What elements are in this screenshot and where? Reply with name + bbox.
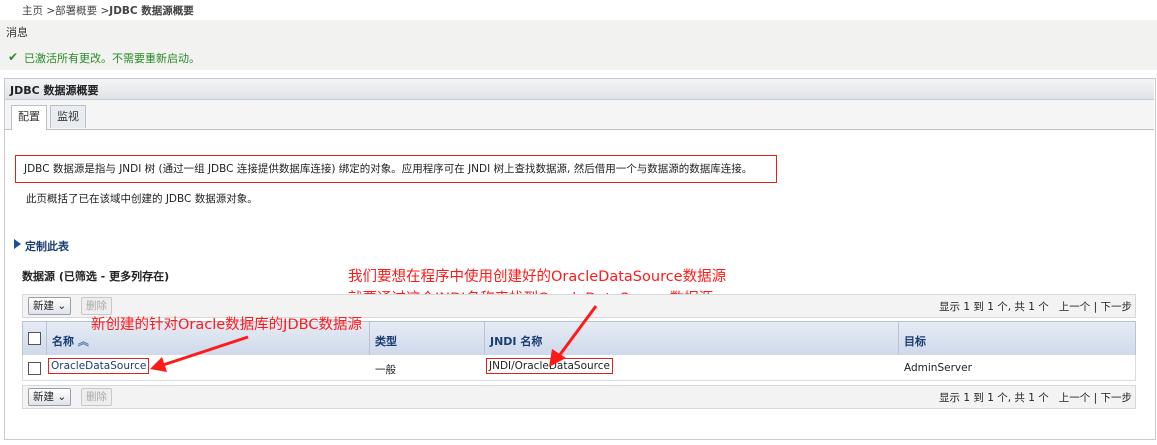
annotation-arrow-datasource — [150, 335, 249, 372]
annotation-arrows — [150, 305, 598, 372]
annotation-arrow-jndi — [549, 305, 598, 367]
